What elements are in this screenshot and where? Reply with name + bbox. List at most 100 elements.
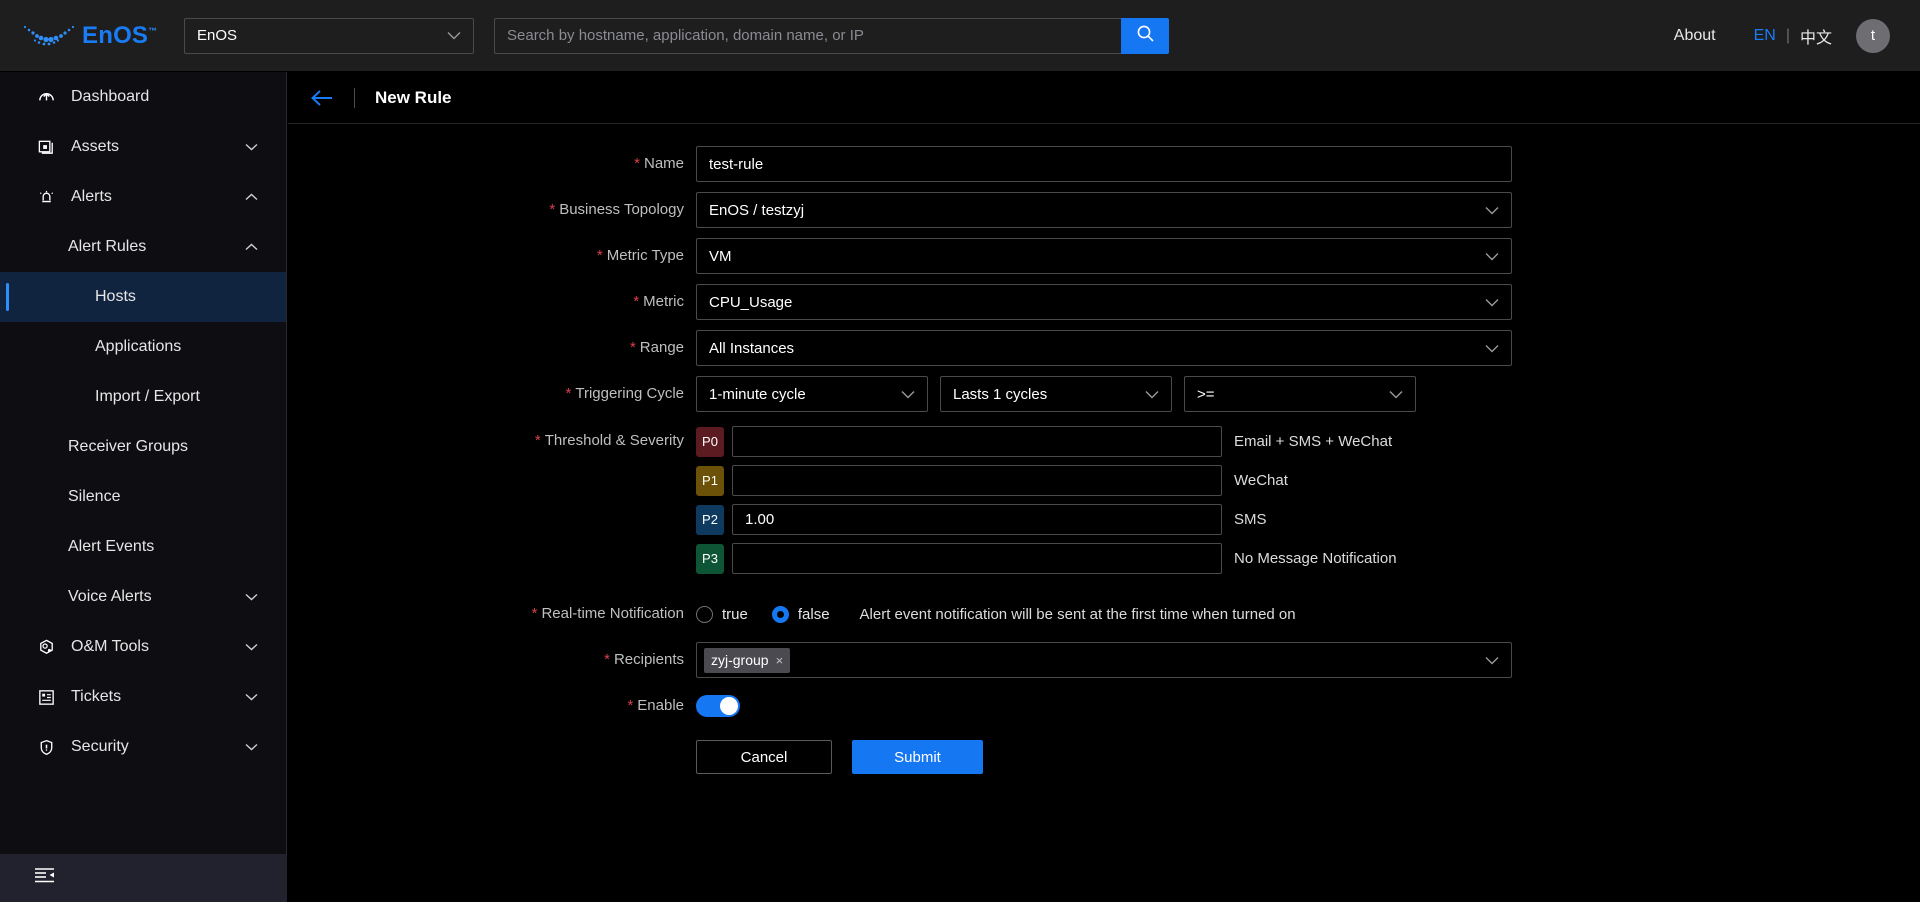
sidebar-item-label: Assets	[71, 138, 120, 155]
chevron-up-icon	[245, 240, 258, 254]
collapse-sidebar-icon	[34, 867, 55, 889]
about-link[interactable]: About	[1674, 27, 1716, 45]
metric-type-select[interactable]: VM	[696, 238, 1512, 274]
sidebar-item-security[interactable]: Security	[0, 722, 286, 772]
threshold-note-p0: Email + SMS + WeChat	[1234, 433, 1393, 450]
sidebar-item-assets[interactable]: Assets	[0, 122, 286, 172]
sidebar-item-label: Silence	[68, 488, 121, 505]
sidebar-item-hosts[interactable]: Hosts	[0, 272, 286, 322]
sidebar-item-label: O&M Tools	[71, 638, 149, 655]
lang-en-button[interactable]: EN	[1754, 27, 1776, 45]
required-asterisk: *	[549, 201, 556, 218]
assets-icon	[35, 136, 57, 158]
chevron-down-icon	[1485, 654, 1499, 667]
chevron-down-icon	[245, 740, 258, 754]
required-asterisk: *	[531, 605, 538, 622]
threshold-input-p1[interactable]	[732, 465, 1222, 496]
threshold-row: P3 No Message Notification	[696, 543, 1397, 574]
enable-toggle[interactable]	[696, 695, 740, 717]
shield-icon	[35, 736, 57, 758]
enos-swoosh-icon	[22, 23, 76, 49]
cycle-value: 1-minute cycle	[709, 385, 806, 403]
page-title: New Rule	[375, 87, 452, 107]
sidebar-item-import-export[interactable]: Import / Export	[0, 372, 286, 422]
metric-value: CPU_Usage	[709, 293, 793, 311]
sidebar-item-silence[interactable]: Silence	[0, 472, 286, 522]
severity-badge-p2: P2	[696, 504, 724, 535]
cycle-select[interactable]: 1-minute cycle	[696, 376, 928, 412]
tenant-select-value: EnOS	[197, 27, 238, 44]
required-asterisk: *	[629, 339, 636, 356]
metric-type-value: VM	[709, 247, 732, 265]
radio-realtime-true[interactable]	[696, 605, 713, 623]
header-actions: About EN | 中文 t	[1674, 18, 1890, 53]
sidebar-item-alert-rules[interactable]: Alert Rules	[0, 222, 286, 272]
radio-label-false[interactable]: false	[798, 606, 830, 623]
required-asterisk: *	[627, 697, 634, 714]
sidebar: Dashboard Assets Alerts Alert Rules Host…	[0, 72, 287, 902]
severity-badge-p1: P1	[696, 465, 724, 496]
required-asterisk: *	[596, 247, 603, 264]
sidebar-collapse-button[interactable]	[0, 854, 287, 902]
operator-select[interactable]: >=	[1184, 376, 1416, 412]
business-topology-select[interactable]: EnOS / testzyj	[696, 192, 1512, 228]
sidebar-item-label: Import / Export	[95, 388, 200, 405]
form-actions: Cancel Submit	[696, 740, 983, 774]
close-icon[interactable]: ×	[776, 653, 784, 668]
sidebar-item-label: Alerts	[71, 188, 112, 205]
brand-logo: EnOS™	[22, 22, 162, 50]
toggle-knob	[720, 697, 738, 715]
field-threshold-severity: P0 Email + SMS + WeChat P1 WeChat P2 SMS…	[696, 426, 1397, 582]
name-input[interactable]: test-rule	[696, 146, 1512, 182]
chevron-down-icon	[245, 690, 258, 704]
label-triggering-cycle: * Triggering Cycle	[565, 385, 685, 402]
threshold-input-p0[interactable]	[732, 426, 1222, 457]
sidebar-item-label: Voice Alerts	[68, 588, 152, 605]
field-triggering-cycle: 1-minute cycle Lasts 1 cycles >=	[696, 376, 1416, 412]
sidebar-item-dashboard[interactable]: Dashboard	[0, 72, 286, 122]
submit-button[interactable]: Submit	[852, 740, 983, 774]
cancel-button[interactable]: Cancel	[696, 740, 832, 774]
page-header: New Rule	[288, 72, 1920, 124]
tickets-icon	[35, 686, 57, 708]
search-button[interactable]	[1121, 17, 1169, 54]
field-metric-type: VM	[696, 238, 1512, 274]
sidebar-item-tickets[interactable]: Tickets	[0, 672, 286, 722]
field-row-actions: Cancel Submit	[288, 740, 1920, 774]
chevron-down-icon	[1485, 342, 1499, 355]
threshold-input-p3[interactable]	[732, 543, 1222, 574]
chevron-down-icon	[1145, 388, 1159, 401]
chevron-down-icon	[245, 140, 258, 154]
lang-zh-button[interactable]: 中文	[1800, 24, 1832, 48]
threshold-input-p2[interactable]	[732, 504, 1222, 535]
search-input[interactable]	[494, 17, 1121, 54]
field-name: test-rule	[696, 146, 1512, 182]
back-arrow-icon[interactable]	[310, 85, 334, 111]
sidebar-item-label: Security	[71, 738, 129, 755]
avatar[interactable]: t	[1856, 18, 1890, 53]
lasts-cycles-select[interactable]: Lasts 1 cycles	[940, 376, 1172, 412]
tenant-select[interactable]: EnOS	[184, 17, 474, 54]
label-realtime-notification: * Real-time Notification	[531, 605, 684, 622]
sidebar-item-applications[interactable]: Applications	[0, 322, 286, 372]
field-row-metric: * Metric CPU_Usage	[288, 284, 1920, 320]
chevron-down-icon	[1389, 388, 1403, 401]
recipients-select[interactable]: zyj-group ×	[696, 642, 1512, 678]
metric-select[interactable]: CPU_Usage	[696, 284, 1512, 320]
sidebar-item-alerts[interactable]: Alerts	[0, 172, 286, 222]
range-value: All Instances	[709, 339, 795, 357]
radio-label-true[interactable]: true	[722, 606, 748, 623]
field-row-realtime-notification: * Real-time Notification true false Alert…	[288, 596, 1920, 632]
field-row-business-topology: * Business Topology EnOS / testzyj	[288, 192, 1920, 228]
sidebar-item-om-tools[interactable]: O&M Tools	[0, 622, 286, 672]
brand-trademark: ™	[148, 25, 158, 36]
radio-realtime-false[interactable]	[771, 605, 789, 623]
sidebar-item-alert-events[interactable]: Alert Events	[0, 522, 286, 572]
sidebar-item-receiver-groups[interactable]: Receiver Groups	[0, 422, 286, 472]
label-business-topology: * Business Topology	[549, 201, 684, 218]
severity-badge-p3: P3	[696, 543, 724, 574]
range-select[interactable]: All Instances	[696, 330, 1512, 366]
chevron-down-icon	[1485, 250, 1499, 263]
sidebar-item-voice-alerts[interactable]: Voice Alerts	[0, 572, 286, 622]
recipient-tag: zyj-group ×	[704, 647, 791, 673]
